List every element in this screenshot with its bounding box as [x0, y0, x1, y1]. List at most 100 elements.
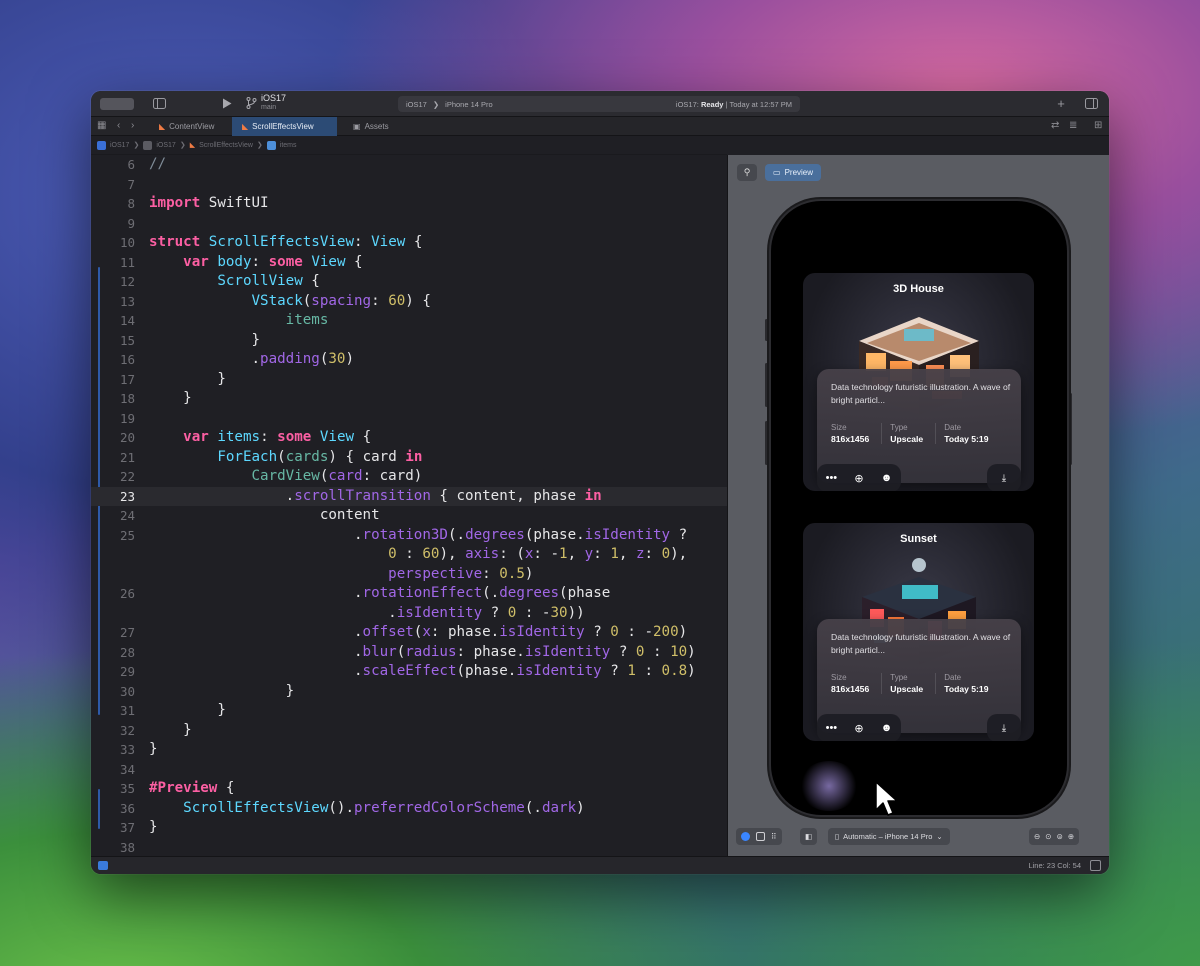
card[interactable]: 3D House Data technology futuristic illu… [803, 273, 1034, 491]
breadcrumb-item[interactable]: ScrollEffectsView [199, 142, 253, 149]
chevron-right-icon: ❯ [179, 142, 186, 149]
line-number: 14 [119, 313, 135, 328]
ellipsis-icon[interactable]: ••• [826, 472, 838, 484]
meta-value: Upscale [890, 684, 924, 694]
code-line-current[interactable]: 23 .scrollTransition { content, phase in [91, 486, 727, 506]
code-text: ScrollView { [217, 273, 320, 289]
inspector-toggle-button[interactable] [1083, 95, 1099, 111]
code-line[interactable]: 6 // [91, 155, 727, 175]
line-number: 17 [119, 371, 135, 387]
code-line[interactable]: 18 } [91, 389, 727, 409]
device-settings-button[interactable]: ◧ [800, 828, 818, 845]
phone-button [1069, 393, 1072, 465]
code-line[interactable]: 29 .scaleEffect(phase.isIdentity ? 1 : 0… [91, 662, 727, 682]
code-line[interactable]: 11 var body: some View { [91, 253, 727, 273]
sidebar-icon [152, 97, 166, 109]
download-button[interactable]: ⤓ [987, 714, 1021, 741]
preview-button[interactable]: ▭ Preview [765, 164, 822, 181]
line-number: 28 [119, 644, 135, 660]
code-line[interactable]: 9 [91, 214, 727, 234]
zoom-icon[interactable]: ⊕ [854, 722, 863, 735]
zoom-icon[interactable]: ⊕ [854, 472, 863, 485]
card-title: Sunset [900, 533, 937, 545]
download-button[interactable]: ⤓ [987, 464, 1021, 491]
code-line[interactable]: 33} [91, 740, 727, 760]
code-line[interactable]: 12 ScrollView { [91, 272, 727, 292]
code-line[interactable]: 34 [91, 760, 727, 780]
code-text: #Preview { [149, 780, 235, 796]
selectable-mode-icon[interactable] [756, 832, 765, 841]
branch-icon [246, 97, 256, 109]
code-line[interactable]: 38 [91, 838, 727, 858]
code-line[interactable]: 24 content [91, 506, 727, 526]
code-line[interactable]: 14 items [91, 311, 727, 331]
swift-file-icon: ◣ [242, 122, 249, 131]
layout-toggle-icon[interactable] [1090, 860, 1101, 871]
zoom-out-icon[interactable]: ⊖ [1034, 832, 1040, 841]
code-line[interactable]: 36 ScrollEffectsView().preferredColorSch… [91, 799, 727, 819]
zoom-in-icon[interactable]: ⊕ [1068, 832, 1074, 841]
code-line[interactable]: 22 CardView(card: card) [91, 467, 727, 487]
scheme-name: iOS17 [261, 93, 287, 103]
tab-scrolleffectsview[interactable]: ◣ ScrollEffectsView [232, 117, 337, 136]
code-line[interactable]: 20 var items: some View { [91, 428, 727, 448]
code-line[interactable]: 8 import SwiftUI [91, 194, 727, 214]
live-mode-icon[interactable] [741, 832, 750, 841]
code-line[interactable]: 17 } [91, 370, 727, 390]
code-line[interactable]: 30 } [91, 682, 727, 702]
debug-area-toggle[interactable] [98, 861, 108, 870]
tab-assets[interactable]: ▣ Assets [343, 117, 399, 136]
preview-label: Preview [784, 168, 814, 177]
breadcrumb-item[interactable]: items [280, 142, 297, 149]
code-line[interactable]: 10 struct ScrollEffectsView: View { [91, 233, 727, 253]
variants-icon[interactable]: ⠿ [771, 832, 777, 841]
code-line[interactable]: 16 .padding(30) [91, 350, 727, 370]
grid-icon[interactable]: ▦ [97, 120, 106, 133]
refresh-icon[interactable]: ⇄ [1051, 120, 1059, 133]
zoom-actual-icon[interactable]: ⊜ [1057, 832, 1063, 841]
run-destination[interactable]: iOS17 ❯ iPhone 14 Pro [406, 100, 493, 109]
code-line[interactable]: 15 } [91, 331, 727, 351]
window-controls-pill[interactable] [100, 98, 134, 110]
preview-canvas: ⚲ ▭ Preview 3D House Data technology fut… [727, 155, 1109, 856]
code-line[interactable]: 26 .rotationEffect(.degrees(phase [91, 584, 727, 604]
add-button[interactable]: + [1053, 95, 1069, 111]
code-line[interactable]: 13 VStack(spacing: 60) { [91, 292, 727, 312]
code-line[interactable]: 32 } [91, 721, 727, 741]
smiley-icon[interactable]: ☻ [881, 472, 893, 484]
pin-button[interactable]: ⚲ [737, 164, 757, 181]
chevron-left-icon[interactable]: ‹ [117, 120, 120, 133]
run-button[interactable] [219, 95, 235, 111]
status-bar: Line: 23 Col: 54 [91, 856, 1109, 874]
code-line[interactable]: 7 [91, 175, 727, 195]
split-editor-icon[interactable]: ⊞ [1094, 120, 1102, 133]
code-line[interactable]: 21 ForEach(cards) { card in [91, 448, 727, 468]
code-line[interactable]: 0 : 60), axis: (x: -1, y: 1, z: 0), [91, 545, 727, 565]
code-line[interactable]: 35 #Preview { [91, 779, 727, 799]
device-selector[interactable]: ▯ Automatic – iPhone 14 Pro ⌄ [828, 828, 950, 845]
code-line[interactable]: 37} [91, 818, 727, 838]
code-line[interactable]: 27 .offset(x: phase.isIdentity ? 0 : -20… [91, 623, 727, 643]
sidebar-toggle-button[interactable] [151, 95, 167, 111]
scheme-title[interactable]: iOS17 main [261, 93, 286, 113]
zoom-fit-icon[interactable]: ⊙ [1045, 832, 1051, 841]
code-editor[interactable]: 6 // 7 8 import SwiftUI 9 10 struct ScrollE… [91, 155, 727, 856]
chevron-right-icon[interactable]: › [131, 120, 134, 133]
code-line[interactable]: 19 [91, 409, 727, 429]
activity-status[interactable]: iOS17 ❯ iPhone 14 Pro iOS17: Ready | Tod… [398, 96, 800, 112]
code-line[interactable]: 28 .blur(radius: phase.isIdentity ? 0 : … [91, 643, 727, 663]
code-line[interactable]: 25 .rotation3D(.degrees(phase.isIdentity… [91, 526, 727, 546]
smiley-icon[interactable]: ☻ [881, 722, 893, 734]
list-icon[interactable]: ≣ [1069, 120, 1077, 133]
code-line[interactable]: 31 } [91, 701, 727, 721]
card[interactable]: Sunset Data technology futuristic illust… [803, 523, 1034, 741]
breadcrumb-item[interactable]: iOS17 [156, 142, 175, 149]
code-line[interactable]: .isIdentity ? 0 : -30)) [91, 604, 727, 624]
code-text: .padding(30) [149, 351, 355, 367]
breadcrumb-item[interactable]: iOS17 [110, 142, 129, 149]
ellipsis-icon[interactable]: ••• [826, 722, 838, 734]
code-text: } [149, 741, 158, 757]
code-line[interactable]: perspective: 0.5) [91, 565, 727, 585]
tab-contentview[interactable]: ◣ ContentView [149, 117, 224, 136]
branch-button[interactable] [243, 95, 259, 111]
